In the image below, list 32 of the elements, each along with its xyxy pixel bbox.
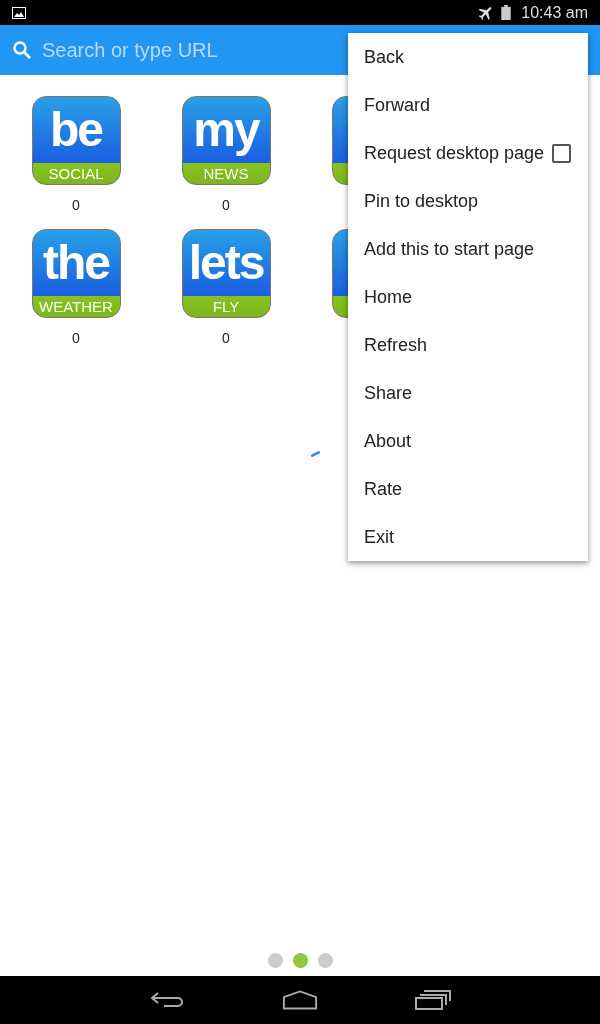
recent-apps-icon[interactable] [415,990,452,1010]
app-count: 0 [222,330,230,346]
loading-mark [311,451,320,457]
checkbox[interactable] [552,143,572,163]
page-indicator-dot[interactable] [317,953,333,968]
menu-item[interactable]: Add this to start page [348,225,588,273]
picture-icon [12,6,26,19]
back-icon[interactable] [148,990,185,1010]
page-indicator-dot[interactable] [267,953,283,968]
page-indicator-dot[interactable] [292,953,308,968]
app-icon[interactable]: my NEWS [181,96,271,185]
app-count: 0 [222,197,230,213]
app-icon[interactable]: lets FLY [181,229,271,318]
menu-item[interactable]: Share [348,369,588,417]
menu-item[interactable]: Pin to desktop [348,177,588,225]
home-icon[interactable] [282,990,318,1010]
app-icon[interactable]: be SOCIAL [31,96,121,185]
search-icon [12,40,32,60]
menu-item[interactable]: Request desktop page [348,129,588,177]
menu-item[interactable]: Exit [348,513,588,561]
app-count: 0 [72,330,80,346]
battery-icon [501,5,512,20]
menu-item[interactable]: Refresh [348,321,588,369]
menu-item[interactable]: Home [348,273,588,321]
search-field[interactable]: Search or type URL [42,38,342,62]
menu-item[interactable]: Rate [348,465,588,513]
menu-item[interactable]: Back [348,33,588,81]
app-count: 0 [72,197,80,213]
status-time: 10:43 am [521,3,588,22]
menu-item[interactable]: Forward [348,81,588,129]
menu-item[interactable]: About [348,417,588,465]
app-icon[interactable]: the WEATHER [31,229,121,318]
